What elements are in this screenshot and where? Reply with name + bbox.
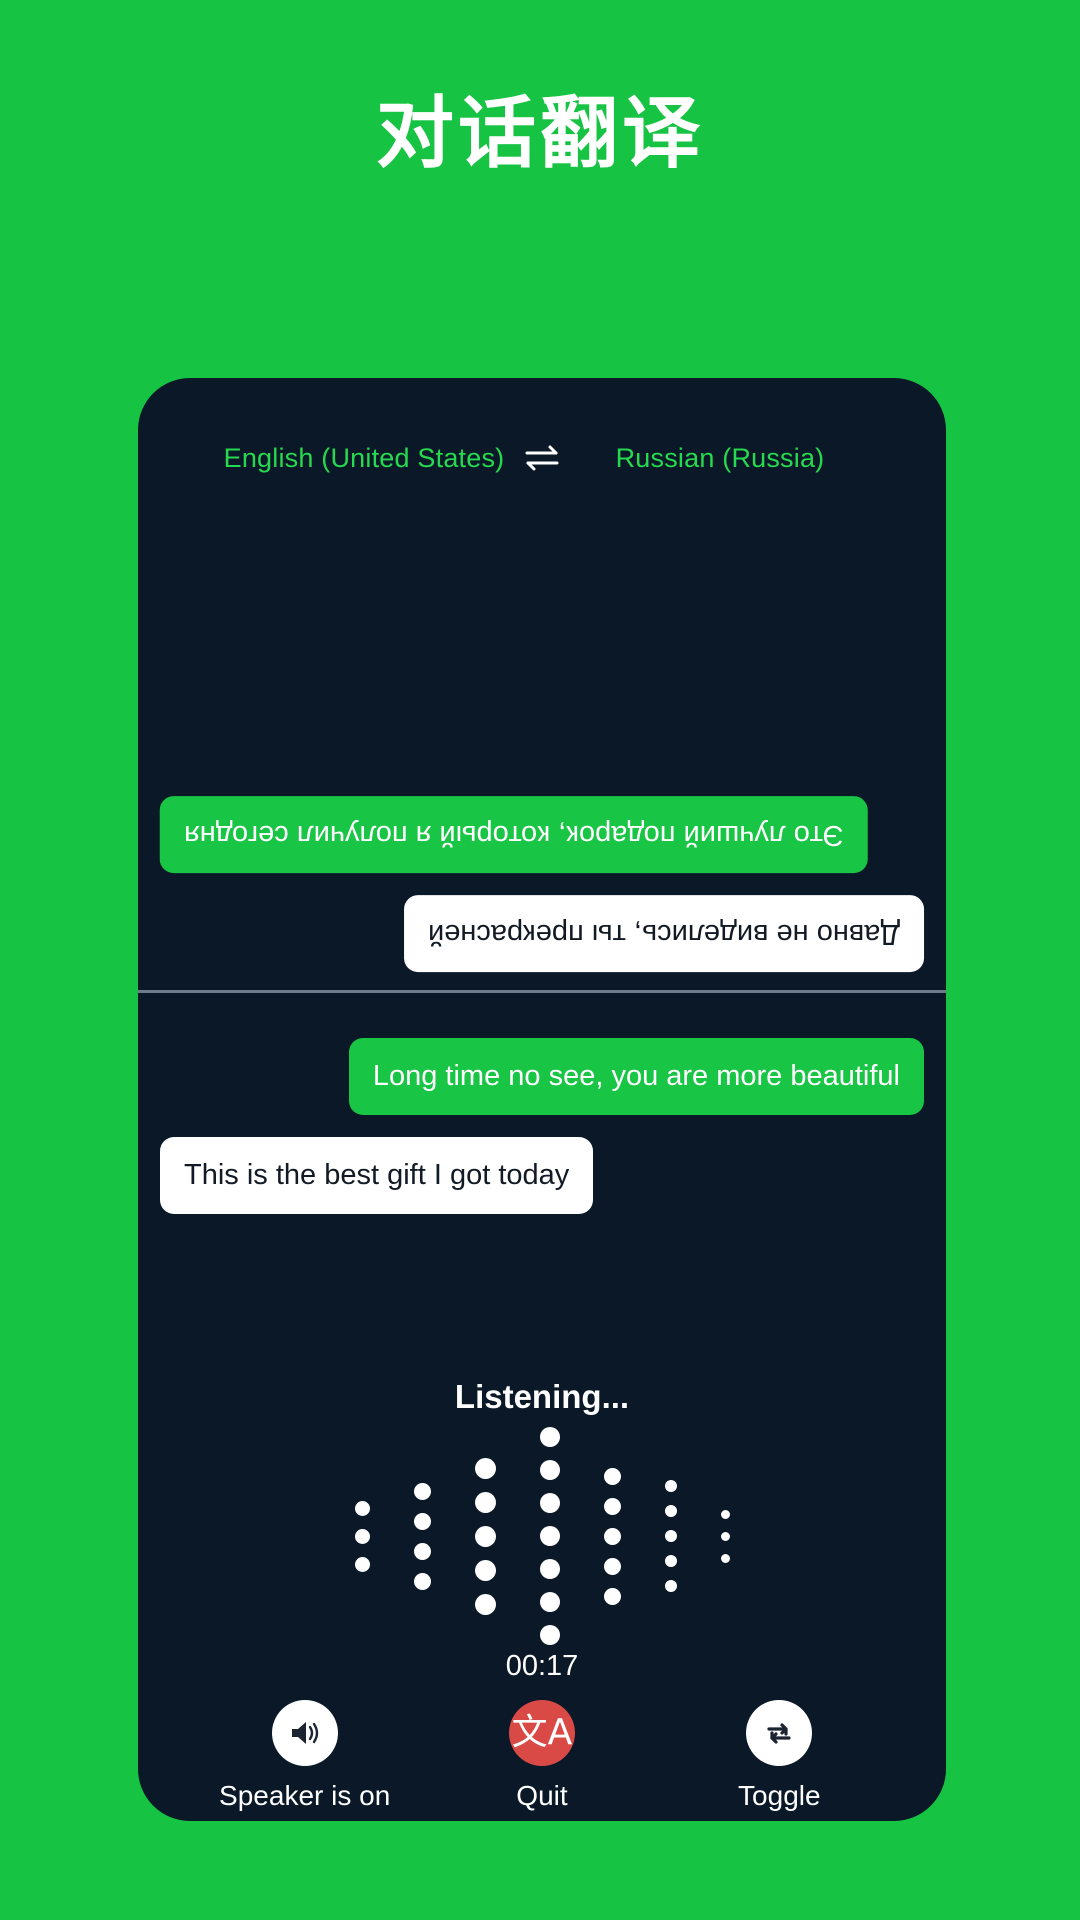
waveform-dot: [664, 1580, 677, 1592]
waveform-dot: [720, 1509, 730, 1519]
message-bubble-translated-1[interactable]: Это лучший подарок, который я получил се…: [160, 795, 868, 873]
translate-icon[interactable]: 文A: [508, 1700, 575, 1766]
waveform-column-5: [603, 1467, 621, 1605]
waveform-dot: [539, 1493, 560, 1513]
waveform-dot: [413, 1542, 431, 1560]
waveform-dot: [354, 1556, 370, 1572]
toggle-button[interactable]: Toggle: [664, 1700, 894, 1812]
waveform-column-1: [354, 1500, 370, 1572]
waveform-dot: [664, 1480, 677, 1492]
waveform-dot: [354, 1500, 370, 1516]
waveform-dot: [413, 1572, 431, 1590]
phone-card: English (United States) Russian (Russia)…: [138, 378, 946, 1821]
speaker-toggle-button[interactable]: Speaker is on: [190, 1700, 420, 1812]
listening-status-label: Listening...: [454, 1378, 630, 1415]
waveform-dot: [539, 1460, 560, 1480]
language-bar: English (United States) Russian (Russia): [138, 438, 946, 478]
message-row: Давно не виделись, ты прекрасней: [160, 894, 924, 972]
pane-divider: [138, 990, 946, 993]
message-bubble-translated-2[interactable]: Давно не виделись, ты прекрасней: [403, 894, 924, 972]
waveform-dot: [413, 1482, 431, 1500]
waveform-dot: [603, 1587, 621, 1605]
swap-horizontal-icon[interactable]: [514, 438, 570, 478]
message-bubble-source-1[interactable]: Long time no see, you are more beautiful: [348, 1038, 924, 1116]
waveform-dot: [474, 1491, 496, 1513]
quit-label: Quit: [516, 1780, 568, 1811]
waveform-dot: [603, 1557, 621, 1575]
waveform-column-2: [413, 1482, 431, 1590]
control-bar: Speaker is on 文A Quit Toggle: [138, 1700, 946, 1812]
waveform-column-6: [664, 1480, 677, 1592]
message-row: Long time no see, you are more beautiful: [160, 1038, 924, 1116]
message-row: Это лучший подарок, который я получил се…: [160, 795, 924, 873]
source-language-selector[interactable]: English (United States): [214, 443, 514, 474]
target-language-selector[interactable]: Russian (Russia): [570, 443, 870, 474]
waveform-column-7: [720, 1509, 730, 1563]
waveform-dot: [413, 1512, 431, 1530]
speaker-toggle-label: Speaker is on: [219, 1780, 391, 1811]
toggle-label: Toggle: [738, 1780, 821, 1811]
waveform-dot: [539, 1625, 560, 1645]
waveform-dot: [603, 1527, 621, 1545]
waveform-dot: [539, 1526, 560, 1546]
audio-waveform-visualizer: [138, 1427, 946, 1645]
waveform-dot: [474, 1457, 496, 1479]
waveform-dot: [539, 1559, 560, 1579]
waveform-dot: [474, 1593, 496, 1615]
waveform-dot: [603, 1497, 621, 1515]
waveform-dot: [539, 1427, 560, 1447]
waveform-dot: [474, 1525, 496, 1547]
waveform-dot: [474, 1559, 496, 1581]
waveform-dot: [720, 1531, 730, 1541]
recording-timer: 00:17: [505, 1650, 579, 1682]
waveform-dot: [354, 1528, 370, 1544]
toggle-repeat-icon[interactable]: [746, 1700, 813, 1766]
waveform-dot: [664, 1505, 677, 1517]
message-bubble-source-2[interactable]: This is the best gift I got today: [160, 1137, 594, 1215]
speaker-on-icon[interactable]: [271, 1700, 338, 1766]
conversation-pane-bottom: Long time no see, you are more beautiful…: [138, 1004, 946, 1215]
conversation-pane-top: Это лучший подарок, который я получил се…: [138, 518, 946, 990]
waveform-dot: [664, 1555, 677, 1567]
waveform-dot: [720, 1553, 730, 1563]
message-row: This is the best gift I got today: [160, 1137, 924, 1215]
app-root: 对话翻译 English (United States) Russian (Ru…: [0, 0, 1080, 1920]
waveform-dot: [603, 1467, 621, 1485]
page-title: 对话翻译: [375, 89, 704, 179]
quit-button[interactable]: 文A Quit: [427, 1700, 657, 1812]
waveform-column-3: [474, 1457, 496, 1615]
waveform-column-4: [539, 1427, 560, 1645]
waveform-dot: [664, 1530, 677, 1542]
translate-glyph: 文A: [511, 1712, 573, 1753]
waveform-dot: [539, 1592, 560, 1612]
